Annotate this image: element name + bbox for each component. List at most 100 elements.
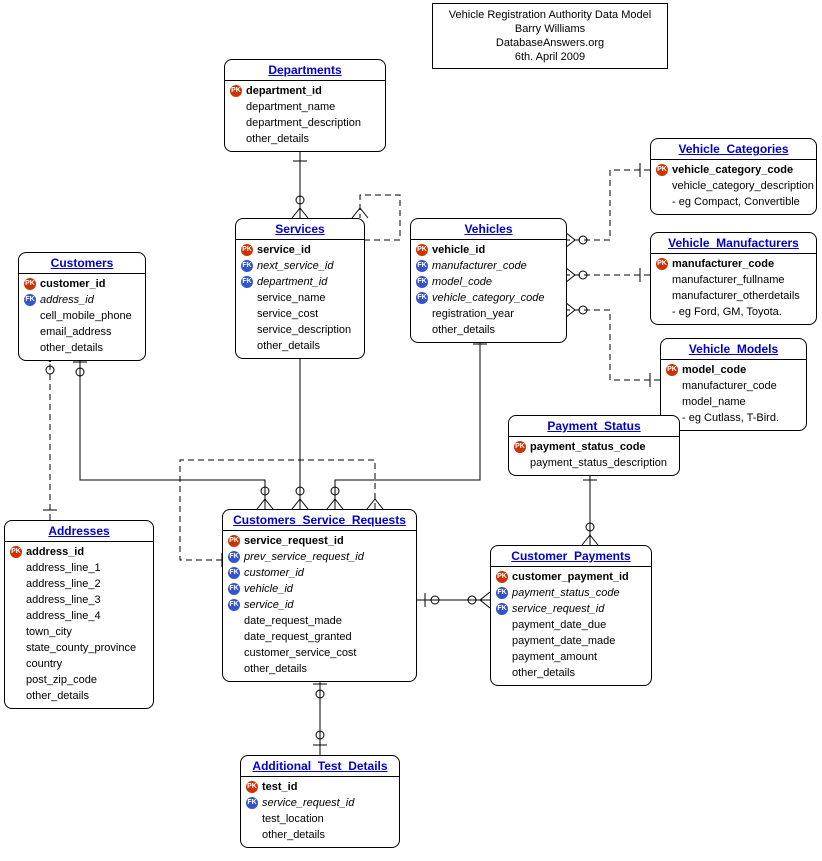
attribute-row: payment_status_description	[513, 455, 675, 471]
attribute-row: country	[9, 656, 149, 672]
entity-body: PKaddress_idaddress_line_1address_line_2…	[5, 542, 153, 708]
attribute-row: service_name	[240, 290, 360, 306]
attribute-name: department_id	[246, 84, 322, 98]
attribute-row: other_details	[9, 688, 149, 704]
entity-title: Addresses	[5, 521, 153, 542]
attribute-row: FKdepartment_id	[240, 274, 360, 290]
primary-key-icon: PK	[495, 570, 509, 584]
entity-additional-test-details: Additional_Test_Details PKtest_idFKservi…	[240, 755, 400, 848]
title-line: Vehicle Registration Authority Data Mode…	[441, 8, 659, 22]
attribute-row: payment_amount	[495, 649, 647, 665]
foreign-key-icon: FK	[227, 582, 241, 596]
attribute-name: model_code	[432, 275, 492, 289]
entity-body: PKservice_idFKnext_service_idFKdepartmen…	[236, 240, 364, 358]
attribute-name: customer_id	[40, 277, 105, 291]
attribute-row: manufacturer_fullname	[655, 272, 812, 288]
attribute-row: payment_date_made	[495, 633, 647, 649]
attribute-row: department_name	[229, 99, 381, 115]
entity-vehicles: Vehicles PKvehicle_idFKmanufacturer_code…	[410, 218, 567, 343]
attribute-row: other_details	[23, 340, 141, 356]
entity-title: Payment_Status	[509, 416, 679, 437]
entity-title: Additional_Test_Details	[241, 756, 399, 777]
attribute-row: cell_mobile_phone	[23, 308, 141, 324]
attribute-name: service_id	[257, 243, 311, 257]
attribute-row: customer_service_cost	[227, 645, 412, 661]
entity-title: Customers	[19, 253, 145, 274]
attribute-row: vehicle_category_description	[655, 178, 812, 194]
attribute-name: - eg Ford, GM, Toyota.	[672, 305, 782, 319]
attribute-row: PKvehicle_category_code	[655, 162, 812, 178]
entity-body: PKmodel_codemanufacturer_codemodel_name-…	[661, 360, 806, 430]
attribute-name: service_id	[244, 598, 294, 612]
attribute-row: payment_date_due	[495, 617, 647, 633]
foreign-key-icon: FK	[415, 291, 429, 305]
attribute-row: FKvehicle_category_code	[415, 290, 562, 306]
attribute-name: other_details	[512, 666, 575, 680]
entity-title: Vehicle_Manufacturers	[651, 233, 816, 254]
attribute-name: service_description	[257, 323, 351, 337]
attribute-row: - eg Compact, Convertible	[655, 194, 812, 210]
entity-title: Vehicle_Categories	[651, 139, 816, 160]
attribute-name: payment_date_made	[512, 634, 615, 648]
entity-csr: Customers_Service_Requests PKservice_req…	[222, 509, 417, 682]
attribute-name: manufacturer_code	[682, 379, 777, 393]
attribute-row: FKpayment_status_code	[495, 585, 647, 601]
attribute-row: other_details	[245, 827, 395, 843]
attribute-name: test_location	[262, 812, 324, 826]
attribute-row: - eg Cutlass, T-Bird.	[665, 410, 802, 426]
attribute-row: PKtest_id	[245, 779, 395, 795]
attribute-row: FKnext_service_id	[240, 258, 360, 274]
entity-vehicle-models: Vehicle_Models PKmodel_codemanufacturer_…	[660, 338, 807, 431]
attribute-row: PKcustomer_id	[23, 276, 141, 292]
entity-title: Customers_Service_Requests	[223, 510, 416, 531]
attribute-name: other_details	[26, 689, 89, 703]
title-line: Barry Williams	[441, 22, 659, 36]
attribute-name: address_line_4	[26, 609, 101, 623]
attribute-row: post_zip_code	[9, 672, 149, 688]
entity-title: Customer_Payments	[491, 546, 651, 567]
attribute-name: service_request_id	[262, 796, 354, 810]
attribute-row: model_name	[665, 394, 802, 410]
foreign-key-icon: FK	[245, 796, 259, 810]
attribute-row: state_county_province	[9, 640, 149, 656]
attribute-row: town_city	[9, 624, 149, 640]
diagram-title-box: Vehicle Registration Authority Data Mode…	[432, 3, 668, 69]
attribute-name: service_cost	[257, 307, 318, 321]
attribute-row: other_details	[240, 338, 360, 354]
entity-body: PKvehicle_category_codevehicle_category_…	[651, 160, 816, 214]
attribute-name: address_id	[40, 293, 94, 307]
foreign-key-icon: FK	[495, 586, 509, 600]
attribute-name: department_id	[257, 275, 327, 289]
entity-payment-status: Payment_Status PKpayment_status_codepaym…	[508, 415, 680, 476]
attribute-name: state_county_province	[26, 641, 136, 655]
attribute-row: PKcustomer_payment_id	[495, 569, 647, 585]
attribute-row: address_line_3	[9, 592, 149, 608]
attribute-name: prev_service_request_id	[244, 550, 364, 564]
primary-key-icon: PK	[665, 363, 679, 377]
entity-body: PKservice_request_idFKprev_service_reque…	[223, 531, 416, 681]
attribute-name: manufacturer_code	[672, 257, 774, 271]
entity-title: Vehicles	[411, 219, 566, 240]
foreign-key-icon: FK	[240, 275, 254, 289]
attribute-name: other_details	[244, 662, 307, 676]
primary-key-icon: PK	[245, 780, 259, 794]
attribute-name: model_name	[682, 395, 746, 409]
entity-body: PKtest_idFKservice_request_id test_locati…	[241, 777, 399, 847]
attribute-name: payment_status_description	[530, 456, 667, 470]
attribute-row: test_location	[245, 811, 395, 827]
attribute-name: cell_mobile_phone	[40, 309, 132, 323]
attribute-name: manufacturer_fullname	[672, 273, 785, 287]
attribute-name: address_id	[26, 545, 84, 559]
attribute-name: payment_amount	[512, 650, 597, 664]
entity-body: PKcustomer_idFKaddress_idcell_mobile_pho…	[19, 274, 145, 360]
title-line: 6th. April 2009	[441, 50, 659, 64]
attribute-name: service_name	[257, 291, 325, 305]
attribute-name: customer_service_cost	[244, 646, 357, 660]
attribute-name: service_request_id	[512, 602, 604, 616]
attribute-name: vehicle_id	[432, 243, 485, 257]
foreign-key-icon: FK	[495, 602, 509, 616]
entity-addresses: Addresses PKaddress_idaddress_line_1addr…	[4, 520, 154, 709]
attribute-name: payment_date_due	[512, 618, 606, 632]
attribute-row: other_details	[227, 661, 412, 677]
attribute-name: town_city	[26, 625, 72, 639]
